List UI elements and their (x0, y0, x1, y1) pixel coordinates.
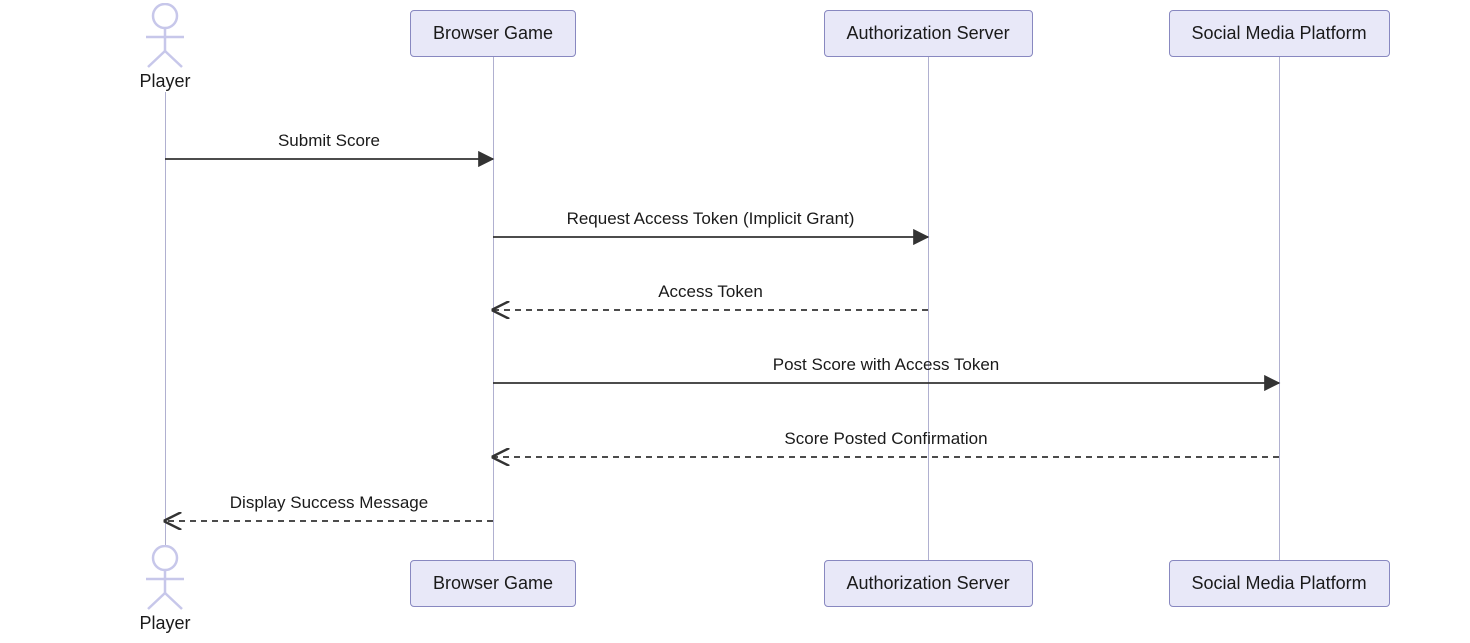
message-label-2: Access Token (493, 282, 928, 302)
participant-box-browser: Browser Game (410, 560, 576, 607)
actor-player-top: Player (125, 3, 205, 92)
participant-box-social: Social Media Platform (1169, 10, 1390, 57)
message-label-3: Post Score with Access Token (493, 355, 1279, 375)
message-label-1: Request Access Token (Implicit Grant) (493, 209, 928, 229)
message-label-4: Score Posted Confirmation (493, 429, 1279, 449)
lifeline-player (165, 92, 166, 545)
sequence-diagram: Player Browser Game Authorization Server So… (0, 0, 1470, 643)
person-icon (140, 3, 190, 69)
participant-box-browser: Browser Game (410, 10, 576, 57)
arrows-layer (0, 0, 1470, 643)
actor-label: Player (125, 71, 205, 92)
message-label-0: Submit Score (165, 131, 493, 151)
participant-box-auth: Authorization Server (824, 10, 1033, 57)
participant-box-auth: Authorization Server (824, 560, 1033, 607)
person-icon (140, 545, 190, 611)
message-label-5: Display Success Message (165, 493, 493, 513)
lifeline-auth (928, 56, 929, 560)
lifeline-social (1279, 56, 1280, 560)
participant-box-social: Social Media Platform (1169, 560, 1390, 607)
actor-label: Player (125, 613, 205, 634)
actor-player-bottom: Player (125, 545, 205, 634)
lifeline-browser (493, 56, 494, 560)
